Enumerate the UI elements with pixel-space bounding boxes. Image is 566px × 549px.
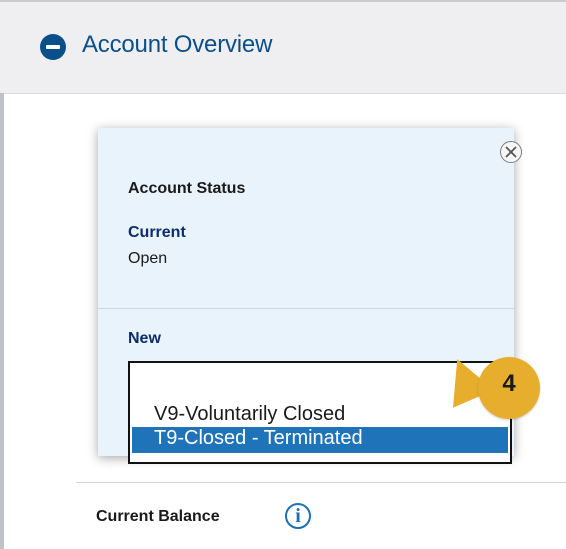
close-button[interactable] (500, 141, 522, 163)
option-closed-terminated[interactable]: T9-Closed - Terminated (132, 427, 508, 453)
current-status-label: Current (128, 224, 186, 241)
step-number: 4 (502, 370, 516, 397)
account-status-heading: Account Status (128, 180, 246, 197)
current-balance-label: Current Balance (96, 508, 220, 525)
option-voluntarily-closed[interactable]: V9-Voluntarily Closed (154, 403, 345, 426)
balance-divider (76, 482, 566, 483)
current-status-value: Open (128, 250, 168, 267)
header-top-border (0, 0, 566, 2)
info-icon[interactable]: i (285, 503, 311, 529)
new-status-label: New (128, 330, 161, 347)
section-title: Account Overview (82, 31, 273, 58)
content-left-border (0, 93, 4, 549)
popup-divider (98, 308, 514, 309)
close-icon (505, 146, 517, 158)
step-callout-badge: 4 (478, 357, 540, 419)
option-closed-terminated-label: T9-Closed - Terminated (154, 427, 363, 449)
collapse-minus-icon[interactable] (40, 34, 66, 60)
